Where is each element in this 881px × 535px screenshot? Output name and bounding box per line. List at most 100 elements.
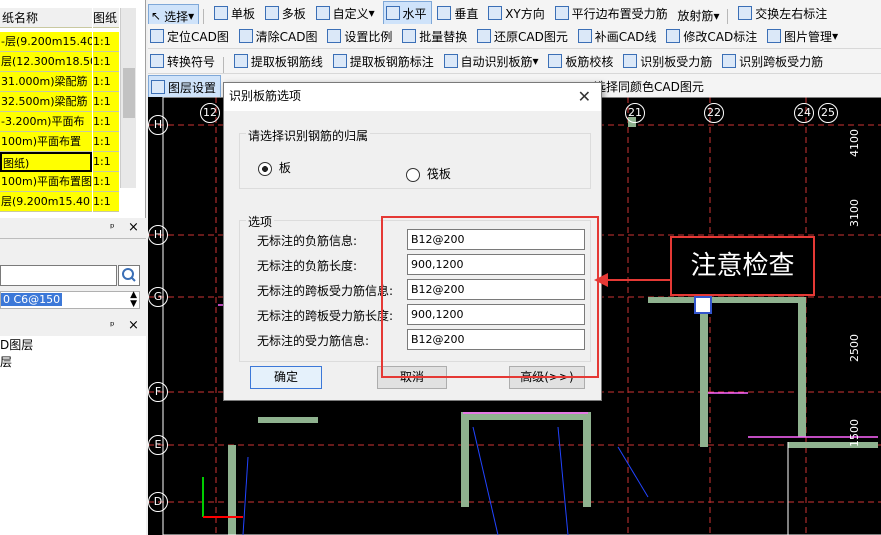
drawing-list-row-ratio[interactable]: 1:1: [93, 112, 119, 132]
pin-icon[interactable]: ᵖ: [110, 221, 115, 234]
auto-identify-button[interactable]: 自动识别板筋 ▾: [442, 50, 543, 72]
search-icon[interactable]: [118, 265, 140, 286]
edit-icon: [666, 29, 681, 43]
cross-icon: [722, 54, 737, 68]
drawing-list-row-name[interactable]: 100m)平面布置: [0, 132, 92, 152]
axis-label-left: E: [148, 435, 168, 455]
selected-rebar[interactable]: 0 C6@150 ▲ ▼: [0, 291, 140, 309]
option-label: 无标注的负筋信息:: [257, 234, 358, 248]
drawing-list-row-ratio[interactable]: 1:1: [93, 132, 119, 152]
close-icon[interactable]: ✕: [578, 87, 591, 106]
vertical-button[interactable]: 垂直: [435, 2, 482, 24]
dimension-label: 3100: [848, 199, 861, 227]
annotation-text: 注意检查: [690, 251, 795, 281]
restore-cad-button[interactable]: 还原CAD图元: [475, 25, 572, 47]
spin-icon[interactable]: ▲ ▼: [130, 291, 137, 309]
scrollbar-thumb[interactable]: [123, 68, 135, 118]
drawing-list-row-name[interactable]: 层(12.300m18.500: [0, 52, 92, 72]
toolbar-3: 转换符号 提取板钢筋线 提取板钢筋标注 自动识别板筋 ▾ 板筋校核 识别板受力筋…: [148, 49, 881, 74]
drawing-list-row-ratio[interactable]: 1:1: [93, 92, 119, 112]
dialog-title: 识别板筋选项: [224, 83, 601, 111]
horizontal-icon: [385, 6, 400, 20]
toolbar-1: ↖ 选择 ▾ 单板 多板 自定义 ▾ 水平 垂直 XY方向 平行边布置受力筋 放射…: [148, 0, 881, 25]
locate-cad-button[interactable]: 定位CAD图: [148, 25, 233, 47]
selected-rebar-value: 0 C6@150: [1, 293, 63, 306]
set-scale-button[interactable]: 设置比例: [325, 25, 396, 47]
modify-cad-label-button[interactable]: 修改CAD标注: [664, 25, 761, 47]
drawing-list-row-name[interactable]: 31.000m)梁配筋: [0, 72, 92, 92]
xy-icon: [488, 6, 503, 20]
image-manage-button[interactable]: 图片管理 ▾: [765, 25, 842, 47]
drawing-list-row-ratio[interactable]: 1:1: [93, 72, 119, 92]
option-label: 无标注的跨板受力筋信息:: [257, 284, 394, 298]
tree-item[interactable]: D图层: [0, 336, 146, 353]
identify-cross-button[interactable]: 识别跨板受力筋: [720, 50, 827, 72]
axis-label-left: F: [148, 382, 168, 402]
radial-button[interactable]: 放射筋 ▾: [675, 5, 723, 25]
drawing-list-row-name[interactable]: -3.200m)平面布: [0, 112, 92, 132]
option-label: 无标注的跨板受力筋长度:: [257, 309, 394, 323]
restore-icon: [477, 29, 492, 43]
options-group-label: 选项: [246, 213, 275, 230]
layer-icon: [151, 80, 165, 94]
select-same-color-button[interactable]: 选择同颜色CAD图元: [592, 75, 708, 97]
ok-button[interactable]: 确定: [250, 366, 322, 389]
annotation-callout: 注意检查: [670, 236, 815, 296]
radio-raft[interactable]: 筏板: [406, 165, 451, 182]
axis-label-left: D: [148, 492, 168, 512]
extract-rebar-label-button[interactable]: 提取板钢筋标注: [331, 50, 438, 72]
axis-label-top: 24: [794, 103, 814, 123]
drawing-list-row-ratio[interactable]: 1:1: [93, 52, 119, 72]
convert-symbol-button[interactable]: 转换符号: [148, 50, 219, 72]
panel-header-2: ᵖ ×: [0, 220, 146, 239]
multi-board-button[interactable]: 多板: [263, 2, 310, 24]
draw-cad-line-button[interactable]: 补画CAD线: [576, 25, 661, 47]
parallel-edge-button[interactable]: 平行边布置受力筋: [553, 2, 672, 24]
option-label: 无标注的受力筋信息:: [257, 334, 370, 348]
axis-label-top: 25: [818, 103, 838, 123]
layer-tree: D图层 层: [0, 336, 146, 535]
drawing-list-row-name[interactable]: 图纸): [0, 152, 92, 172]
ownership-group-label: 请选择识别钢筋的归属: [246, 127, 371, 144]
drawing-list-row-ratio[interactable]: 1:1: [93, 152, 119, 172]
batch-replace-button[interactable]: 批量替换: [400, 25, 471, 47]
clear-cad-button[interactable]: 清除CAD图: [237, 25, 322, 47]
scrollbar[interactable]: [120, 8, 136, 188]
rebar-check-button[interactable]: 板筋校核: [546, 50, 617, 72]
layer-settings-button[interactable]: 图层设置: [148, 75, 222, 97]
custom-button[interactable]: 自定义 ▾: [314, 2, 379, 24]
auto-icon: [443, 54, 458, 68]
drawing-list-row-name[interactable]: 100m)平面布置图: [0, 172, 92, 192]
xy-direction-button[interactable]: XY方向: [486, 2, 549, 24]
radio-icon: [406, 167, 420, 182]
drawing-list-row-ratio[interactable]: 1:1: [93, 172, 119, 192]
close-icon-2[interactable]: ×: [128, 318, 139, 333]
drawing-list-row-name[interactable]: 32.500m)梁配筋: [0, 92, 92, 112]
identify-force-button[interactable]: 识别板受力筋: [621, 50, 716, 72]
header-name: 纸名称: [0, 8, 92, 28]
radio-board[interactable]: 板: [258, 159, 291, 176]
drawing-list-row-name[interactable]: 层(9.200m15.40: [0, 192, 92, 212]
line-icon: [577, 29, 592, 43]
swap-icon: [738, 6, 753, 20]
pin-icon-2[interactable]: ᵖ: [110, 319, 115, 332]
swap-labels-button[interactable]: 交换左右标注: [736, 2, 831, 24]
search-input[interactable]: [0, 265, 117, 286]
horizontal-button[interactable]: 水平: [382, 1, 432, 24]
drawing-list-row-name[interactable]: -层(9.200m15.40: [0, 32, 92, 52]
option-label: 无标注的负筋长度:: [257, 259, 358, 273]
convert-icon: [150, 54, 164, 68]
parallel-icon: [554, 6, 569, 20]
single-board-button[interactable]: 单板: [212, 2, 259, 24]
extract-icon: [233, 54, 248, 68]
axis-label-top: 21: [625, 103, 645, 123]
close-icon[interactable]: ×: [128, 220, 139, 235]
dimension-label: 2500: [848, 334, 861, 362]
axis-label-left: H: [148, 225, 168, 245]
extract-rebar-line-button[interactable]: 提取板钢筋线: [232, 50, 327, 72]
drawing-list-row-ratio[interactable]: 1:1: [93, 192, 119, 212]
multi-board-icon: [264, 6, 279, 20]
drawing-list-row-ratio[interactable]: 1:1: [93, 32, 119, 52]
tree-item[interactable]: 层: [0, 353, 146, 370]
select-button[interactable]: ↖ 选择 ▾: [148, 4, 200, 24]
